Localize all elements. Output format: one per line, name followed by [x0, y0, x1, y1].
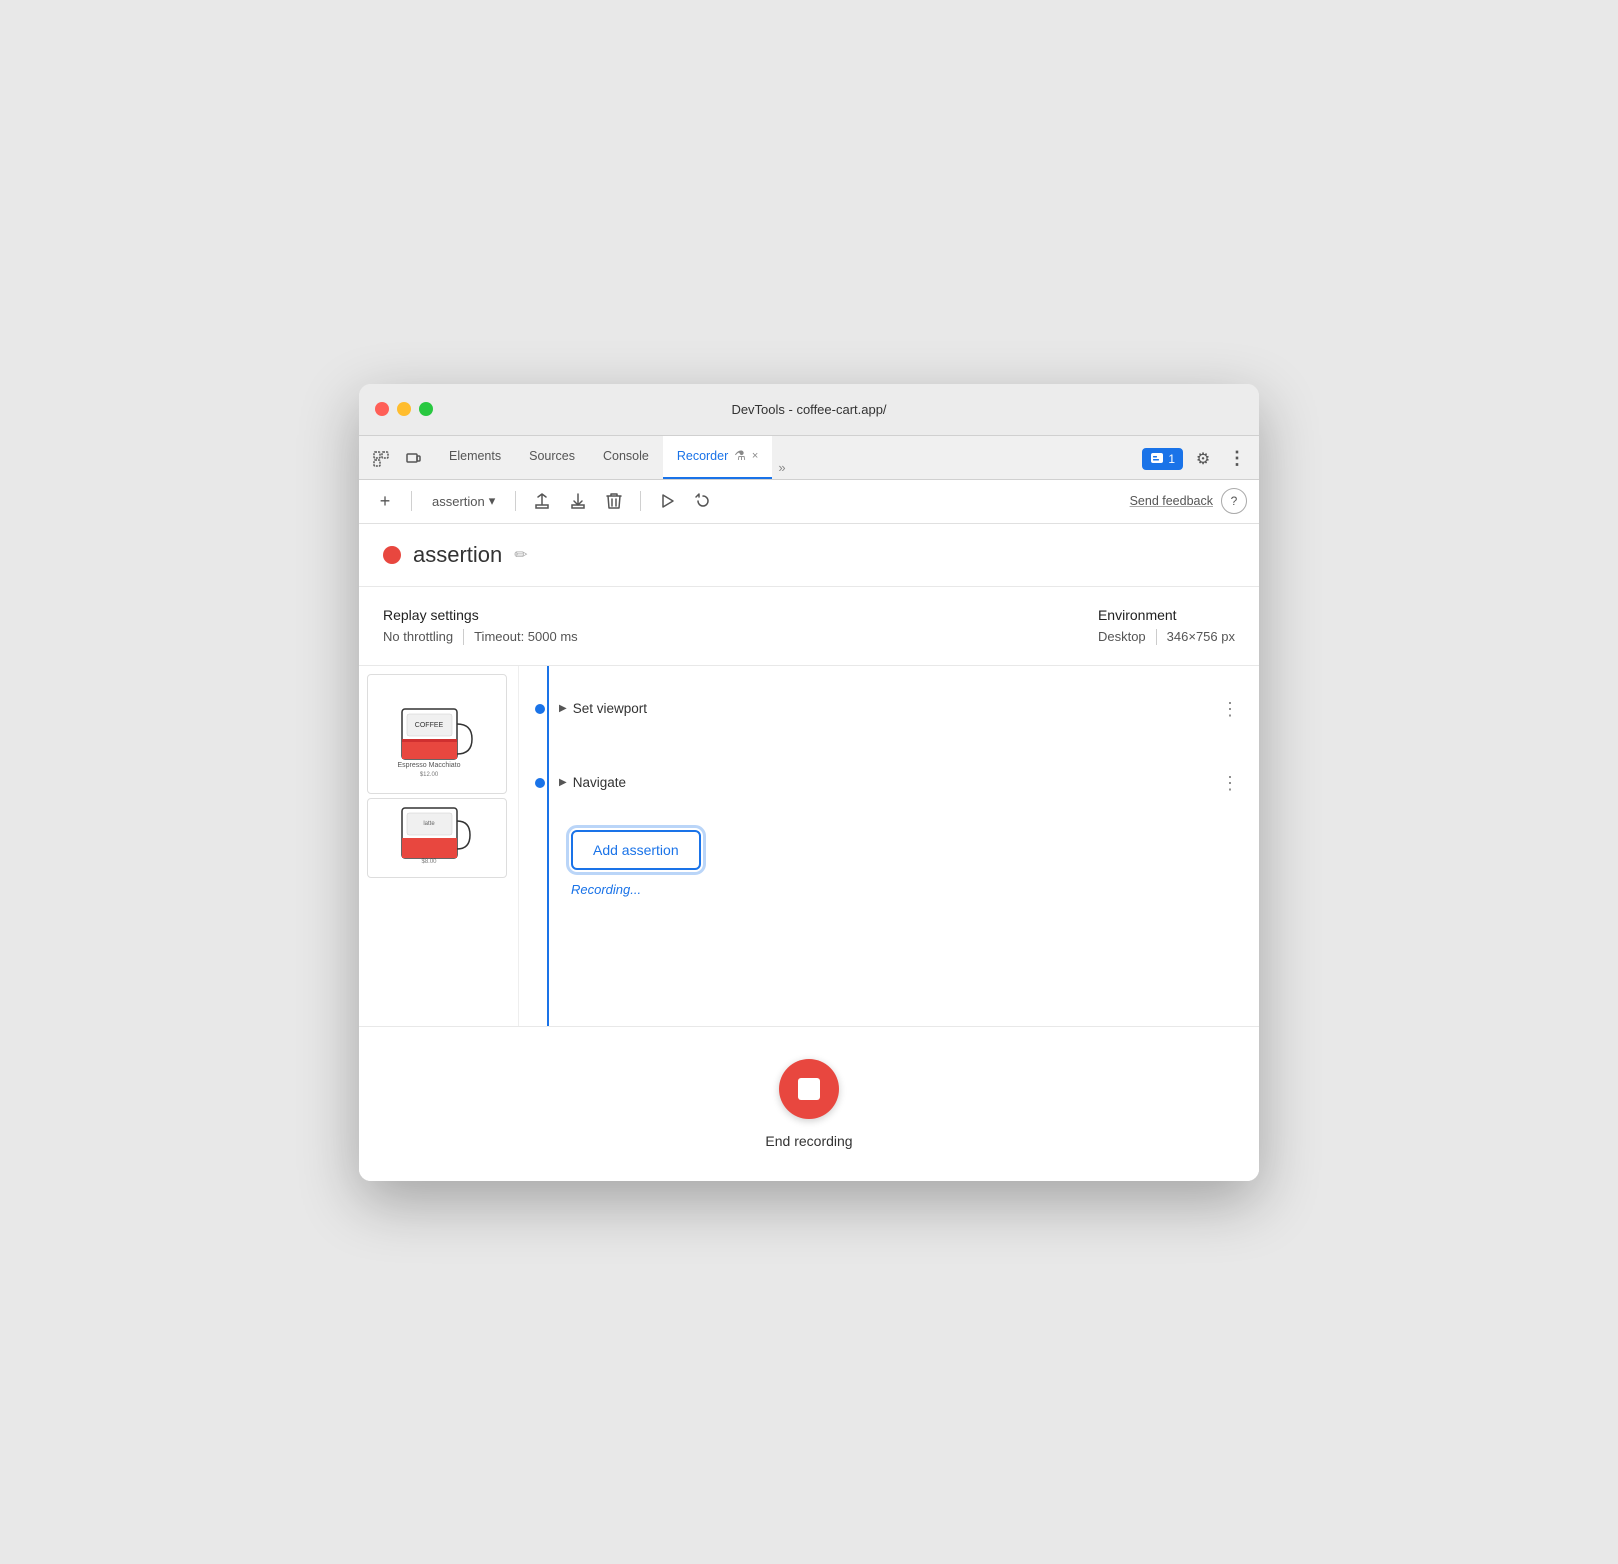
play-button[interactable]: [653, 487, 681, 515]
dropdown-icon: ▾: [489, 493, 496, 509]
step-label-2: Navigate: [573, 775, 626, 790]
replay-settings: Replay settings No throttling Timeout: 5…: [383, 607, 578, 645]
devtools-window: DevTools - coffee-cart.app/ Elements: [359, 384, 1259, 1181]
svg-text:$12.00: $12.00: [420, 772, 439, 778]
add-assertion-button[interactable]: Add assertion: [571, 830, 701, 870]
tab-bar-right: 1 ⚙ ⋮: [1142, 445, 1251, 479]
step-button[interactable]: [689, 487, 717, 515]
chat-badge-button[interactable]: 1: [1142, 448, 1183, 470]
tab-close-icon[interactable]: ×: [752, 450, 758, 462]
recording-header: assertion ✏: [359, 524, 1259, 587]
throttling-value: No throttling: [383, 629, 453, 644]
settings-section: Replay settings No throttling Timeout: 5…: [359, 587, 1259, 666]
badge-count: 1: [1168, 452, 1175, 466]
stop-recording-button[interactable]: [779, 1059, 839, 1119]
svg-text:Espresso Macchiato: Espresso Macchiato: [397, 762, 460, 769]
add-assertion-area: Add assertion Recording...: [519, 810, 1259, 907]
recording-status: Recording...: [571, 882, 641, 897]
env-separator: [1156, 629, 1157, 645]
screenshot-1: COFFEE Espresso Macchiato $12.00: [367, 674, 507, 794]
window-title: DevTools - coffee-cart.app/: [731, 402, 886, 417]
tab-sources[interactable]: Sources: [515, 436, 589, 479]
steps-list: ▶ Set viewport ⋮ ▶ Navigate ⋮ Add: [519, 666, 1259, 1026]
device-toggle-icon[interactable]: [399, 445, 427, 473]
timeout-value: Timeout: 5000 ms: [474, 629, 578, 644]
environment-settings: Environment Desktop 346×756 px: [1098, 607, 1235, 645]
close-button[interactable]: [375, 402, 389, 416]
edit-name-icon[interactable]: ✏: [514, 545, 527, 565]
replay-settings-title: Replay settings: [383, 607, 578, 623]
tab-recorder[interactable]: Recorder ⚗ ×: [663, 436, 773, 479]
step-content-1[interactable]: ▶ Set viewport: [559, 701, 1203, 716]
step-content-2[interactable]: ▶ Navigate: [559, 775, 1203, 790]
add-recording-button[interactable]: +: [371, 487, 399, 515]
recording-title: assertion: [413, 542, 502, 568]
delete-button[interactable]: [600, 487, 628, 515]
recording-name: assertion: [432, 494, 485, 509]
more-tabs-icon[interactable]: »: [772, 456, 791, 479]
settings-icon[interactable]: ⚙: [1189, 445, 1217, 473]
step-expand-icon-1[interactable]: ▶: [559, 703, 567, 714]
tab-bar: Elements Sources Console Recorder ⚗ × » …: [359, 436, 1259, 480]
help-button[interactable]: ?: [1221, 488, 1247, 514]
step-expand-icon-2[interactable]: ▶: [559, 777, 567, 788]
step-label-1: Set viewport: [573, 701, 647, 716]
tab-bar-icons: [367, 445, 427, 479]
toolbar: + assertion ▾: [359, 480, 1259, 524]
main-content: assertion ✏ Replay settings No throttlin…: [359, 524, 1259, 1181]
recording-indicator: [383, 546, 401, 564]
screenshot-2: latte $8.00: [367, 798, 507, 878]
more-options-icon[interactable]: ⋮: [1223, 445, 1251, 473]
step-more-options-1[interactable]: ⋮: [1217, 696, 1243, 722]
recording-selector[interactable]: assertion ▾: [424, 489, 503, 513]
steps-section: COFFEE Espresso Macchiato $12.00 latte $…: [359, 666, 1259, 1026]
minimize-button[interactable]: [397, 402, 411, 416]
toolbar-separator-1: [411, 491, 412, 511]
svg-text:COFFEE: COFFEE: [415, 722, 444, 729]
end-recording-label: End recording: [765, 1133, 852, 1149]
svg-text:latte: latte: [423, 821, 435, 827]
settings-separator: [463, 629, 464, 645]
step-dot-1: [535, 704, 545, 714]
toolbar-separator-3: [640, 491, 641, 511]
screenshot-panel: COFFEE Espresso Macchiato $12.00 latte $…: [359, 666, 519, 1026]
toolbar-separator-2: [515, 491, 516, 511]
step-item: ▶ Set viewport ⋮: [519, 682, 1259, 736]
tab-elements[interactable]: Elements: [435, 436, 515, 479]
end-recording-section: End recording: [359, 1026, 1259, 1181]
traffic-lights: [375, 402, 433, 416]
viewport-value: Desktop: [1098, 629, 1146, 644]
tab-console[interactable]: Console: [589, 436, 663, 479]
title-bar: DevTools - coffee-cart.app/: [359, 384, 1259, 436]
environment-title: Environment: [1098, 607, 1235, 623]
step-more-options-2[interactable]: ⋮: [1217, 770, 1243, 796]
send-feedback-button[interactable]: Send feedback: [1130, 494, 1213, 508]
download-button[interactable]: [564, 487, 592, 515]
step-item-2: ▶ Navigate ⋮: [519, 756, 1259, 810]
stop-icon: [798, 1078, 820, 1100]
step-dot-2: [535, 778, 545, 788]
svg-text:$8.00: $8.00: [421, 859, 437, 865]
resolution-value: 346×756 px: [1167, 629, 1235, 644]
export-button[interactable]: [528, 487, 556, 515]
inspect-icon[interactable]: [367, 445, 395, 473]
maximize-button[interactable]: [419, 402, 433, 416]
